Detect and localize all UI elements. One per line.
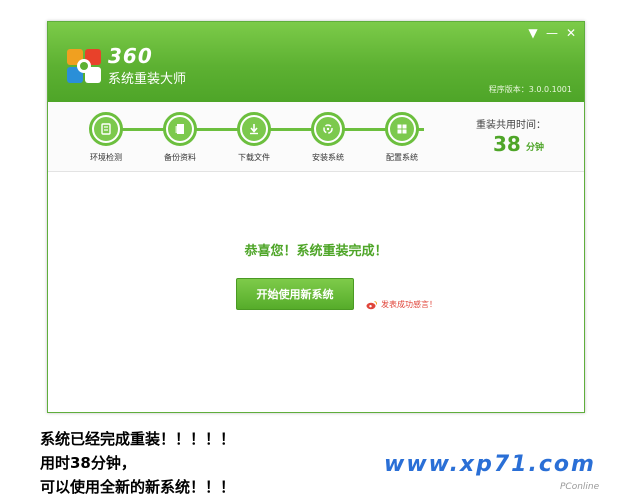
caption-line-1: 系统已经完成重装！！！！！ [40, 430, 236, 448]
timer-value: 38 [493, 132, 521, 156]
step-label: 环境检测 [90, 153, 122, 162]
step-install: 安装系统 [298, 112, 358, 163]
title-bar: 360 系统重装大师 ▼ — ✕ 程序版本：3.0.0.1001 [48, 22, 584, 102]
step-label: 配置系统 [386, 153, 418, 162]
watermark-source: PConline [560, 482, 600, 492]
completion-message: 恭喜您！系统重装完成！ [244, 244, 388, 259]
step-label: 备份资料 [164, 153, 196, 162]
close-button[interactable]: ✕ [564, 26, 578, 40]
windows-icon [397, 124, 407, 134]
share-link-label: 发表成功感言！ [381, 300, 437, 309]
weibo-icon [366, 300, 378, 309]
document-icon [175, 124, 184, 134]
timer-label: 重装共用时间： [476, 120, 546, 131]
screenshot-stage: 360 系统重装大师 ▼ — ✕ 程序版本：3.0.0.1001 环境检测 备份… [0, 0, 620, 500]
share-link[interactable]: 发表成功感言！ [366, 299, 437, 310]
progress-steps: 环境检测 备份资料 下载文件 安装系统 配置系统 重装共用时间： 38 分钟 [48, 102, 584, 172]
step-label: 安装系统 [312, 153, 344, 162]
monitor-icon [101, 123, 111, 135]
minimize-button[interactable]: — [545, 26, 559, 40]
caption-line-2: 用时38分钟， [40, 454, 136, 472]
version-label: 程序版本：3.0.0.1001 [488, 85, 572, 94]
installer-window: 360 系统重装大师 ▼ — ✕ 程序版本：3.0.0.1001 环境检测 备份… [47, 21, 585, 413]
download-icon [250, 124, 258, 135]
brand-name: 系统重装大师 [108, 72, 187, 87]
brand-number: 360 [108, 44, 153, 68]
recycle-icon [323, 124, 333, 134]
step-environment-check: 环境检测 [76, 112, 136, 163]
caption-line-3: 可以使用全新的新系统！！！ [40, 478, 236, 496]
start-new-system-button[interactable]: 开始使用新系统 [236, 278, 354, 310]
watermark-site: www.xp71.com [384, 452, 596, 477]
step-download: 下载文件 [224, 112, 284, 163]
step-backup: 备份资料 [150, 112, 210, 163]
timer-unit: 分钟 [526, 143, 545, 153]
step-configure: 配置系统 [372, 112, 432, 163]
app-logo-icon [67, 49, 101, 83]
step-label: 下载文件 [238, 153, 270, 162]
menu-dropdown-icon[interactable]: ▼ [526, 26, 540, 40]
